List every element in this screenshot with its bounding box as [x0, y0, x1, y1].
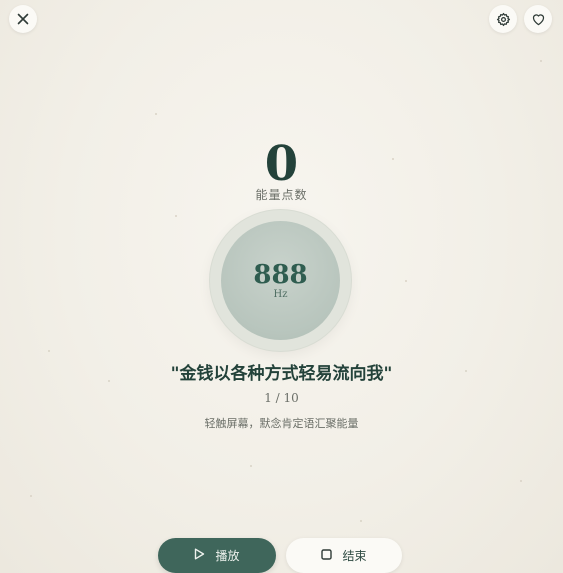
stop-icon [321, 548, 333, 563]
background-speck [540, 60, 542, 62]
gear-icon [496, 12, 511, 27]
close-icon [17, 13, 29, 25]
frequency-value: 888 [253, 260, 308, 290]
energy-score-label: 能量点数 [255, 188, 308, 202]
close-button[interactable] [9, 5, 37, 33]
background-speck [405, 280, 407, 282]
play-icon [194, 548, 205, 563]
play-button-label: 播放 [215, 549, 240, 563]
frequency-unit: Hz [273, 289, 288, 300]
affirmation-progress: 1 / 10 [264, 391, 299, 405]
favorite-button[interactable] [524, 5, 552, 33]
background-speck [155, 113, 157, 115]
affirmation-text: "金钱以各种方式轻易流向我" [170, 364, 393, 384]
heart-icon [531, 12, 546, 26]
settings-button[interactable] [489, 5, 517, 33]
background-speck [175, 215, 177, 217]
background-speck [30, 495, 32, 497]
stop-button-label: 结束 [342, 549, 367, 563]
stop-button[interactable]: 结束 [286, 538, 402, 573]
background-speck [48, 350, 50, 352]
background-speck [360, 520, 362, 522]
play-button[interactable]: 播放 [158, 538, 276, 573]
tap-hint: 轻触屏幕，默念肯定语汇聚能量 [204, 417, 359, 430]
background-speck [520, 480, 522, 482]
background-speck [250, 465, 252, 467]
energy-score-value: 0 [264, 136, 299, 192]
